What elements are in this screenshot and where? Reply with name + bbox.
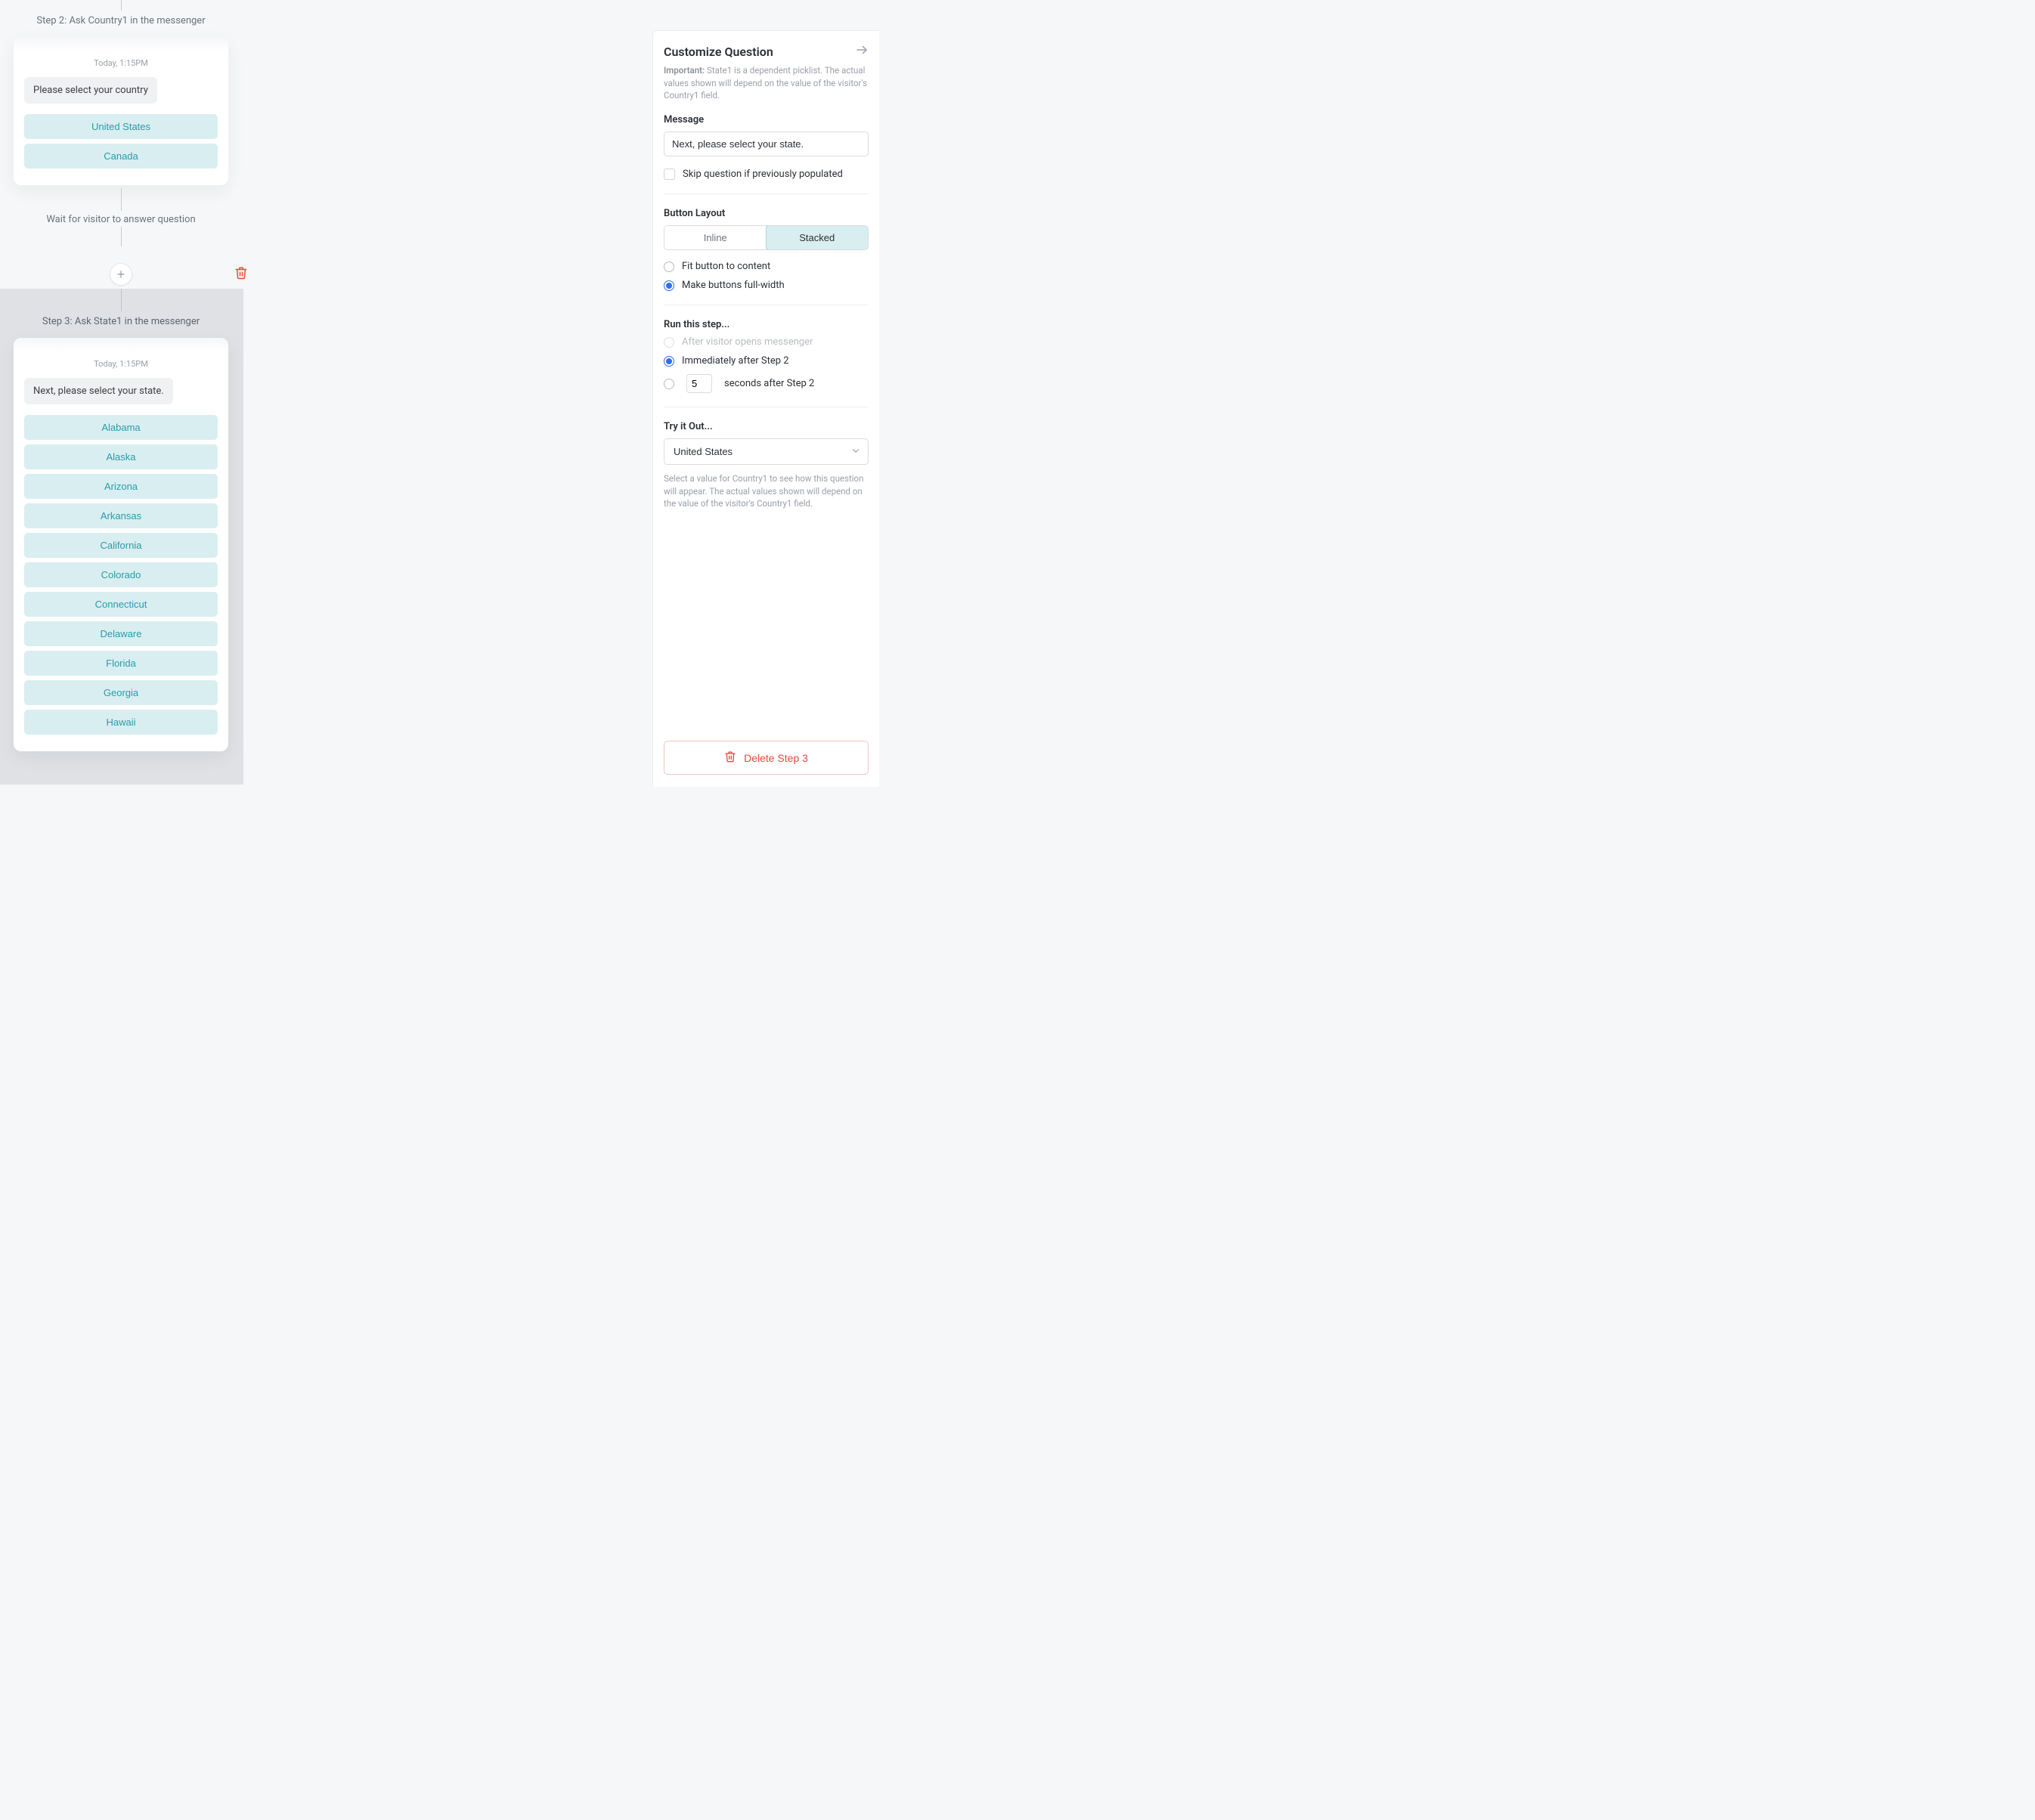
state-option[interactable]: Hawaii [24, 710, 218, 735]
tryout-label: Try it Out... [664, 421, 869, 432]
important-note: Important: State1 is a dependent picklis… [664, 64, 869, 102]
run-seconds-row[interactable]: seconds after Step 2 [664, 374, 869, 393]
divider [664, 193, 869, 194]
checkbox-icon[interactable] [664, 169, 675, 180]
step3-prompt: Next, please select your state. [24, 378, 173, 404]
radio-icon[interactable] [664, 379, 674, 389]
connector-line [121, 188, 122, 211]
customize-panel: Customize Question Important: State1 is … [652, 30, 879, 787]
run-after-open-row: After visitor opens messenger [664, 336, 869, 348]
radio-icon [664, 337, 674, 348]
step3-card[interactable]: Today, 1:15PM Next, please select your s… [14, 338, 228, 751]
connector-line [121, 227, 122, 246]
run-after-open-label: After visitor opens messenger [682, 336, 813, 348]
fit-label: Fit button to content [682, 261, 770, 272]
state-option[interactable]: Arizona [24, 474, 218, 499]
step2-timestamp: Today, 1:15PM [24, 58, 218, 68]
state-option[interactable]: Colorado [24, 562, 218, 587]
wait-label: Wait for visitor to answer question [46, 211, 195, 227]
skip-label: Skip question if previously populated [683, 169, 843, 180]
tryout-select[interactable]: United States [664, 438, 869, 465]
layout-stacked-button[interactable]: Stacked [766, 225, 869, 250]
trash-icon [724, 751, 736, 765]
fullwidth-label: Make buttons full-width [682, 280, 785, 291]
add-step-row: + [0, 263, 242, 286]
country-option[interactable]: United States [24, 114, 218, 139]
delete-step-button[interactable]: Delete Step 3 [664, 741, 869, 775]
message-label: Message [664, 114, 869, 125]
step3-timestamp: Today, 1:15PM [24, 359, 218, 369]
fullwidth-radio-row[interactable]: Make buttons full-width [664, 280, 869, 291]
tryout-select-wrap: United States [664, 438, 869, 465]
message-input[interactable] [664, 132, 869, 156]
step2-card[interactable]: Today, 1:15PM Please select your country… [14, 37, 228, 185]
flow-column: Step 2: Ask Country1 in the messenger To… [0, 0, 242, 785]
card-fade [14, 338, 228, 351]
radio-icon[interactable] [664, 280, 674, 291]
skip-checkbox-row[interactable]: Skip question if previously populated [664, 169, 869, 180]
layout-inline-button[interactable]: Inline [664, 226, 767, 249]
important-label: Important: [664, 65, 705, 76]
seconds-input[interactable] [686, 374, 712, 393]
run-after-step-label: Immediately after Step 2 [682, 355, 789, 367]
expand-arrow-icon[interactable] [855, 43, 869, 60]
tryout-helper: Select a value for Country1 to see how t… [664, 472, 869, 510]
connector-line [121, 289, 122, 311]
step3-selected-region: Step 3: Ask State1 in the messenger Toda… [0, 289, 243, 785]
radio-icon[interactable] [664, 262, 674, 272]
delete-step-label: Delete Step 3 [744, 752, 808, 764]
state-option[interactable]: Arkansas [24, 503, 218, 528]
plus-icon: + [117, 268, 125, 281]
state-option[interactable]: Georgia [24, 680, 218, 705]
run-label: Run this step... [664, 319, 869, 330]
delete-step-icon[interactable] [234, 266, 248, 283]
step2-label: Step 2: Ask Country1 in the messenger [36, 11, 205, 31]
panel-title: Customize Question [664, 45, 773, 59]
add-step-button[interactable]: + [110, 263, 132, 286]
state-option[interactable]: Alaska [24, 444, 218, 469]
state-option[interactable]: California [24, 533, 218, 558]
state-option[interactable]: Delaware [24, 621, 218, 646]
panel-header: Customize Question [664, 43, 869, 60]
card-fade [14, 37, 228, 51]
step3-options: Alabama Alaska Arizona Arkansas California Co… [24, 415, 218, 735]
radio-icon[interactable] [664, 356, 674, 367]
run-seconds-suffix: seconds after Step 2 [724, 378, 814, 389]
country-option[interactable]: Canada [24, 144, 218, 169]
state-option[interactable]: Connecticut [24, 592, 218, 617]
layout-label: Button Layout [664, 208, 869, 219]
state-option[interactable]: Florida [24, 651, 218, 676]
step2-prompt: Please select your country [24, 77, 157, 104]
step3-label: Step 3: Ask State1 in the messenger [42, 311, 200, 332]
run-after-step-row[interactable]: Immediately after Step 2 [664, 355, 869, 367]
state-option[interactable]: Alabama [24, 415, 218, 440]
layout-segmented-control: Inline Stacked [664, 225, 869, 250]
fit-radio-row[interactable]: Fit button to content [664, 261, 869, 272]
step2-options: United States Canada [24, 114, 218, 169]
connector-line [121, 0, 122, 11]
